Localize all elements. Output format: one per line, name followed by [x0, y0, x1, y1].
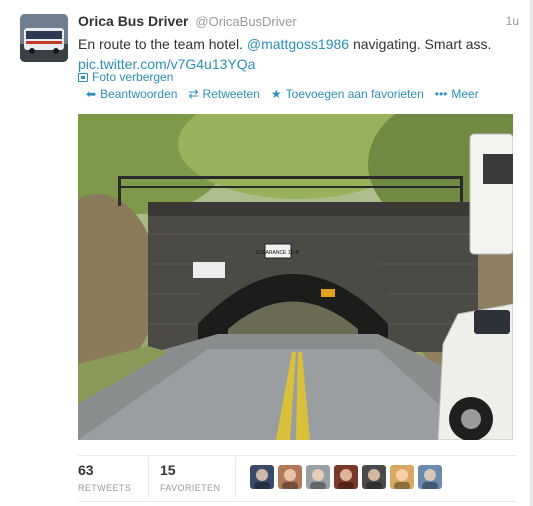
tweet-photo[interactable]: CLEARANCE 11'-8" [78, 114, 513, 440]
stats-divider-top [78, 455, 516, 456]
timestamp[interactable]: 1u [506, 14, 519, 28]
favorites-stat[interactable]: 15 FAVORIETEN [160, 462, 220, 493]
favoriter-avatar[interactable] [362, 465, 386, 489]
favoriters-list [250, 465, 442, 489]
reply-button[interactable]: ⬅︎ Beantwoorden [86, 87, 177, 101]
favoriter-avatar[interactable] [250, 465, 274, 489]
favorite-label: Toevoegen aan favorieten [285, 87, 424, 101]
favoriter-avatar[interactable] [390, 465, 414, 489]
favoriter-avatar[interactable] [334, 465, 358, 489]
retweet-label: Retweeten [202, 87, 260, 101]
fullname[interactable]: Orica Bus Driver [78, 13, 189, 29]
mention-link[interactable]: @mattgoss1986 [247, 36, 349, 52]
hide-photo-toggle[interactable]: Foto verbergen [78, 70, 173, 84]
favoriter-avatar[interactable] [306, 465, 330, 489]
tweet-text-end: navigating. Smart ass. [352, 36, 492, 52]
more-label: Meer [451, 87, 479, 101]
reply-icon: ⬅︎ [86, 87, 97, 101]
tweet-text-start: En route to the team hotel. [78, 36, 243, 52]
stats-divider-bottom [78, 501, 516, 502]
reply-label: Beantwoorden [100, 87, 178, 101]
favorites-label: FAVORIETEN [160, 483, 221, 493]
more-button[interactable]: ••• Meer [435, 87, 479, 101]
tweet-header: Orica Bus Driver @OricaBusDriver 1u [78, 13, 519, 31]
favoriter-avatar[interactable] [418, 465, 442, 489]
username[interactable]: @OricaBusDriver [195, 14, 296, 29]
retweet-icon: ⇄ [188, 87, 199, 101]
tweet-text: En route to the team hotel. @mattgoss198… [78, 34, 518, 74]
avatar[interactable] [20, 14, 68, 62]
favorite-button[interactable]: ★ Toevoegen aan favorieten [271, 87, 424, 101]
photo-icon [78, 72, 88, 82]
tweet-actions: ⬅︎ Beantwoorden ⇄ Retweeten ★ Toevoegen … [86, 87, 490, 101]
more-dots-icon: ••• [434, 87, 448, 101]
stats-divider [148, 457, 149, 497]
retweets-stat[interactable]: 63 RETWEETS [78, 462, 131, 493]
retweet-button[interactable]: ⇄ Retweeten [188, 87, 259, 101]
favorites-count: 15 [160, 462, 176, 478]
retweets-label: RETWEETS [78, 483, 132, 493]
tweet-card: Orica Bus Driver @OricaBusDriver 1u En r… [0, 0, 533, 506]
favoriter-avatar[interactable] [278, 465, 302, 489]
favorite-star-icon: ★ [270, 87, 282, 101]
hide-photo-label: Foto verbergen [92, 70, 174, 84]
retweets-count: 63 [78, 462, 94, 478]
stats-divider [235, 457, 236, 497]
clearance-sign: CLEARANCE 11'-8" [256, 250, 301, 256]
